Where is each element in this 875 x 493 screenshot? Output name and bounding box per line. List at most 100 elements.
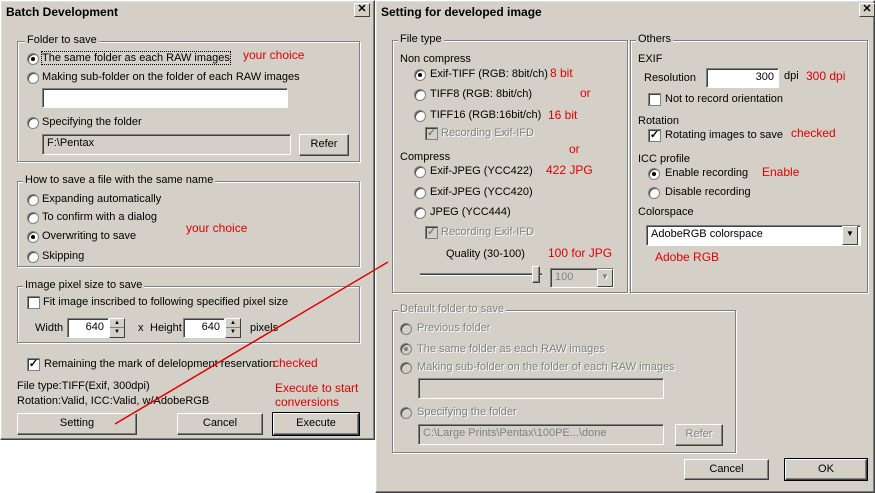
folder-path-field[interactable]: F:\Pentax xyxy=(42,134,291,155)
prev-folder-label[interactable]: Previous folder xyxy=(417,322,490,334)
rec-exif-ifd-tiff-label[interactable]: Recording Exif-IFD xyxy=(441,127,534,139)
folder-specify-radio[interactable] xyxy=(27,117,39,129)
confirm-dialog-label[interactable]: To confirm with a dialog xyxy=(42,211,157,223)
spec-folder-radio[interactable] xyxy=(400,407,412,419)
exif-label: EXIF xyxy=(638,53,663,65)
exif-jpeg420-label[interactable]: Exif-JPEG (YCC420) xyxy=(430,186,533,198)
remaining-mark-label[interactable]: Remaining the mark of delelopment reserv… xyxy=(44,358,275,370)
annotation-checked-2: checked xyxy=(791,126,836,140)
not-record-orientation-checkbox[interactable] xyxy=(648,93,661,106)
rec-exif-ifd-jpeg-label[interactable]: Recording Exif-IFD xyxy=(441,226,534,238)
folder-to-save-legend: Folder to save xyxy=(25,34,99,46)
exif-tiff-label[interactable]: Exif-TIFF (RGB: 8bit/ch) xyxy=(430,68,548,80)
exif-jpeg422-label[interactable]: Exif-JPEG (YCC422) xyxy=(430,165,533,177)
status-line-2: Rotation:Valid, ICC:Valid, w/AdobeRGB xyxy=(17,395,210,407)
height-down-icon[interactable]: ▼ xyxy=(226,328,240,337)
annotation-enable: Enable xyxy=(762,165,800,179)
colorspace-dropdown-icon[interactable]: ▼ xyxy=(842,226,858,245)
expand-auto-radio[interactable] xyxy=(27,194,39,206)
batch-cancel-button[interactable]: Cancel xyxy=(177,413,263,435)
height-spinner[interactable]: ▲ ▼ xyxy=(225,318,241,338)
remaining-mark-checkbox[interactable]: ✓ xyxy=(27,358,40,371)
resolution-label: Resolution xyxy=(644,72,696,84)
quality-slider-track[interactable] xyxy=(420,273,542,276)
others-legend: Others xyxy=(636,33,674,45)
noncompress-label: Non compress xyxy=(400,53,471,65)
tiff8-label[interactable]: TIFF8 (RGB: 8bit/ch) xyxy=(430,88,532,100)
quality-slider-thumb[interactable] xyxy=(532,266,540,283)
subfolder-input[interactable] xyxy=(42,88,288,108)
expand-auto-label[interactable]: Expanding automatically xyxy=(42,193,161,205)
exif-jpeg422-radio[interactable] xyxy=(414,166,426,178)
same-folder-radio[interactable] xyxy=(400,343,412,355)
spec-folder-path[interactable]: C:\Large Prints\Pentax\100PE...\done xyxy=(418,424,664,445)
setting-cancel-button[interactable]: Cancel xyxy=(684,459,769,480)
disable-recording-label[interactable]: Disable recording xyxy=(665,186,751,198)
file-type-legend: File type xyxy=(398,33,444,45)
execute-button[interactable]: Execute xyxy=(272,412,360,436)
rotating-checkbox[interactable]: ✓ xyxy=(648,129,661,142)
tiff16-radio[interactable] xyxy=(414,110,426,122)
sub-folder-radio[interactable] xyxy=(400,362,412,374)
quality-dropdown-icon[interactable]: ▼ xyxy=(597,269,613,287)
colorspace-label: Colorspace xyxy=(638,206,694,218)
resolution-input[interactable]: 300 xyxy=(706,68,779,88)
folder-specify-label[interactable]: Specifying the folder xyxy=(42,116,142,128)
width-up-icon[interactable]: ▲ xyxy=(110,319,124,328)
height-up-icon[interactable]: ▲ xyxy=(226,319,240,328)
ok-button[interactable]: OK xyxy=(784,458,868,481)
skip-label[interactable]: Skipping xyxy=(42,250,84,262)
batch-window-title: Batch Development xyxy=(3,3,372,21)
fit-image-checkbox[interactable] xyxy=(27,296,40,309)
pixels-label: pixels xyxy=(250,322,279,334)
folder-same-radio[interactable] xyxy=(27,53,39,65)
skip-radio[interactable] xyxy=(27,251,39,263)
rec-exif-ifd-tiff-checkbox[interactable]: ✓ xyxy=(425,127,438,140)
folder-same-label[interactable]: The same folder as each RAW images xyxy=(41,51,231,65)
fit-image-label[interactable]: Fit image inscribed to following specifi… xyxy=(43,296,288,308)
rec-exif-ifd-jpeg-checkbox[interactable]: ✓ xyxy=(425,226,438,239)
width-down-icon[interactable]: ▼ xyxy=(110,328,124,337)
annotation-100jpg: 100 for JPG xyxy=(548,246,613,260)
setting-window: Setting for developed image ✕ File type … xyxy=(375,0,875,493)
height-input[interactable]: 640 xyxy=(183,318,225,338)
sub-folder-input[interactable] xyxy=(418,378,664,399)
same-folder-label[interactable]: The same folder as each RAW images xyxy=(417,343,605,355)
batch-close-button[interactable]: ✕ xyxy=(354,3,370,17)
folder-subfolder-radio[interactable] xyxy=(27,72,39,84)
jpeg444-label[interactable]: JPEG (YCC444) xyxy=(430,206,511,218)
sub-folder-label[interactable]: Making sub-folder on the folder of each … xyxy=(417,361,675,373)
setting-button[interactable]: Setting xyxy=(17,413,137,435)
not-record-orientation-label[interactable]: Not to record orientation xyxy=(665,93,783,105)
width-label: Width xyxy=(35,322,64,334)
overwrite-label[interactable]: Overwriting to save xyxy=(42,230,136,242)
icc-profile-label: ICC profile xyxy=(638,153,690,165)
tiff16-label[interactable]: TIFF16 (RGB:16bit/ch) xyxy=(430,109,541,121)
folder-refer-button[interactable]: Refer xyxy=(299,134,349,156)
annotation-execute-note: Execute to start conversions xyxy=(275,381,359,409)
tiff8-radio[interactable] xyxy=(414,89,426,101)
annotation-adobe-rgb: Adobe RGB xyxy=(655,250,720,264)
width-spinner[interactable]: ▲ ▼ xyxy=(109,318,125,338)
folder-subfolder-label[interactable]: Making sub-folder on the folder of each … xyxy=(42,71,300,83)
rotating-label[interactable]: Rotating images to save xyxy=(665,129,783,141)
disable-recording-radio[interactable] xyxy=(648,187,660,199)
prev-folder-radio[interactable] xyxy=(400,323,412,335)
enable-recording-radio[interactable] xyxy=(648,168,660,180)
colorspace-select[interactable]: AdobeRGB colorspace xyxy=(646,225,861,246)
annotation-your-choice-2: your choice xyxy=(186,221,248,235)
exif-tiff-radio[interactable] xyxy=(414,69,426,81)
pixel-size-legend: Image pixel size to save xyxy=(23,279,145,291)
overwrite-radio[interactable] xyxy=(27,231,39,243)
enable-recording-label[interactable]: Enable recording xyxy=(665,167,748,179)
annotation-16bit: 16 bit xyxy=(548,108,578,122)
setting-close-button[interactable]: ✕ xyxy=(859,3,875,17)
spec-folder-label[interactable]: Specifying the folder xyxy=(417,406,517,418)
jpeg444-radio[interactable] xyxy=(414,207,426,219)
exif-jpeg420-radio[interactable] xyxy=(414,187,426,199)
same-name-legend: How to save a file with the same name xyxy=(23,174,216,186)
confirm-dialog-radio[interactable] xyxy=(27,212,39,224)
width-input[interactable]: 640 xyxy=(67,318,109,338)
default-refer-button[interactable]: Refer xyxy=(675,424,723,446)
annotation-300dpi: 300 dpi xyxy=(806,69,846,83)
